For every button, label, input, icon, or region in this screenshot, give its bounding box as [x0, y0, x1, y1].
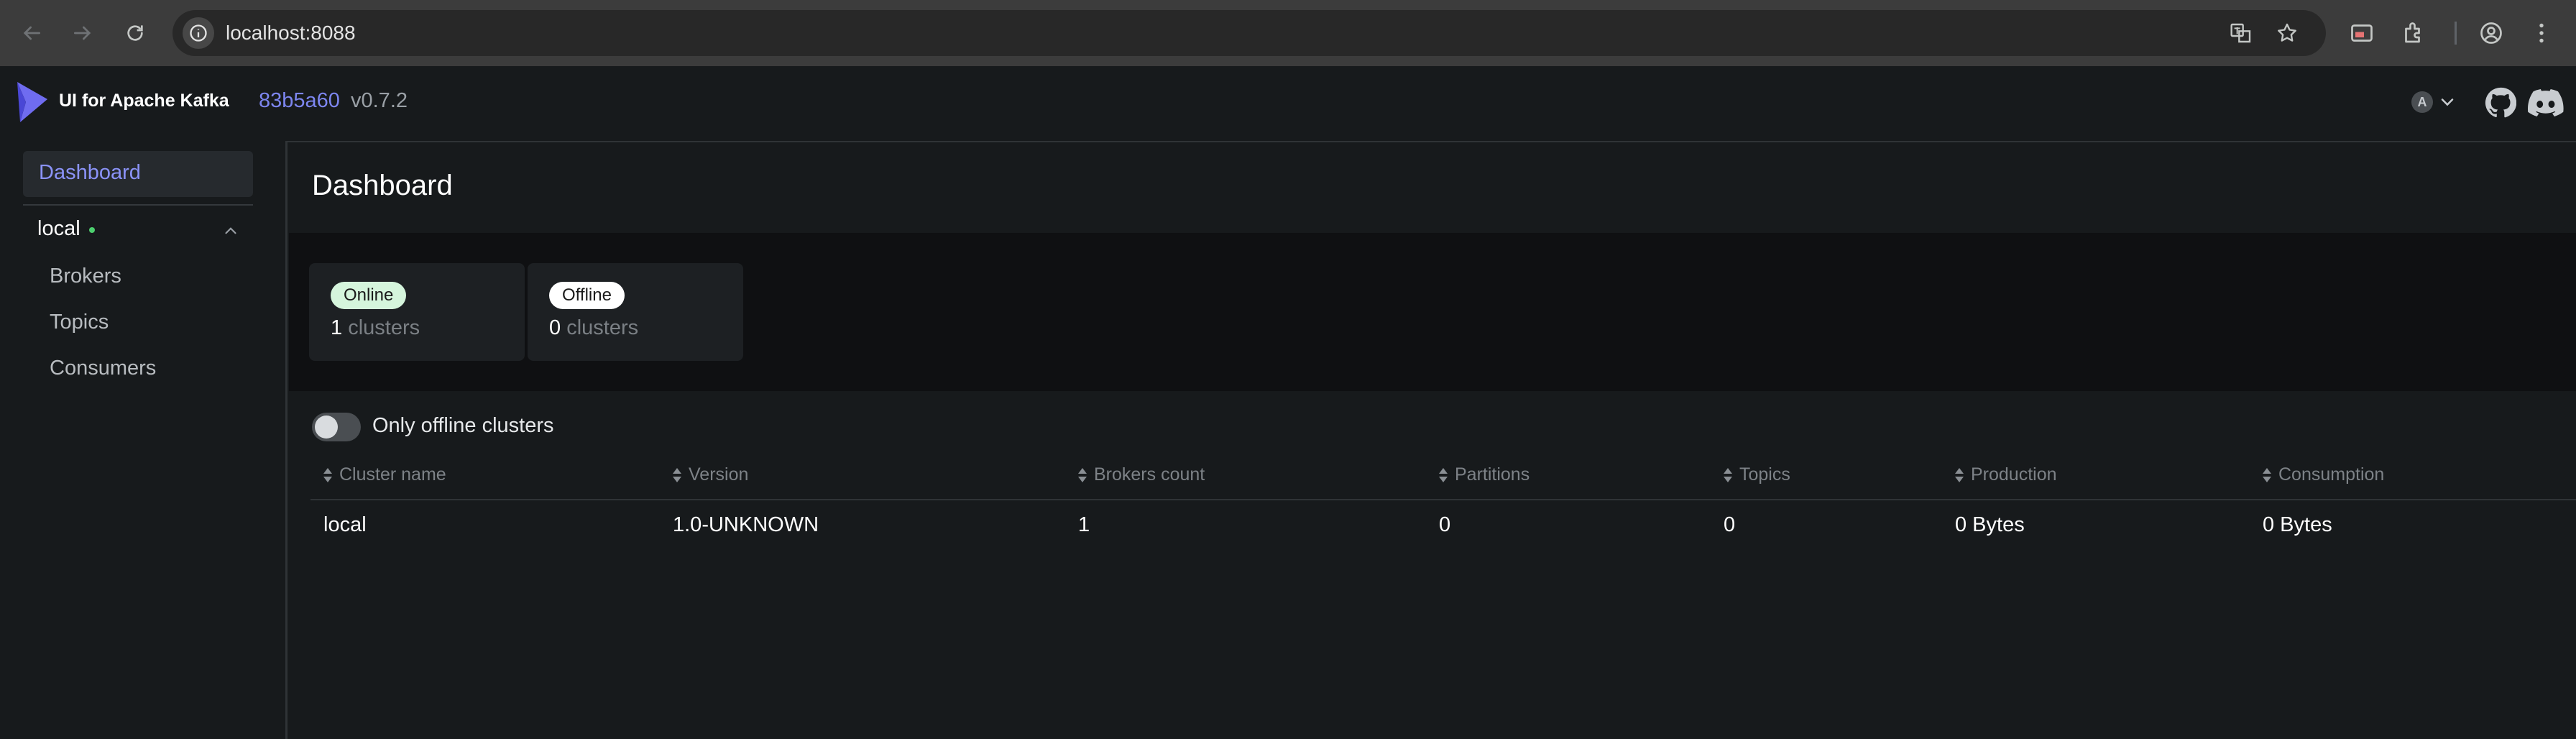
sidebar-item-brokers[interactable]: Brokers [50, 265, 121, 288]
column-header-production[interactable]: Production [1954, 464, 2057, 485]
chevron-down-icon[interactable] [2437, 92, 2457, 112]
sidebar-cluster-local[interactable]: local [37, 217, 80, 241]
sidebar: Dashboard local Brokers Topics Consumers [0, 141, 288, 739]
online-badge: Online [331, 282, 407, 309]
url-text[interactable]: localhost:8088 [226, 10, 356, 56]
translate-icon[interactable] [2230, 22, 2253, 45]
reload-icon[interactable] [118, 16, 152, 50]
table-header-divider [310, 499, 2576, 500]
sidebar-item-label: Dashboard [39, 161, 141, 184]
cast-icon[interactable] [2349, 20, 2375, 46]
offline-badge: Offline [549, 282, 625, 309]
toggle-knob [315, 416, 338, 439]
toolbar-separator [2455, 22, 2457, 45]
cell-production: 0 Bytes [1955, 513, 2025, 536]
column-header-label: Consumption [2278, 464, 2385, 485]
offline-count-unit: clusters [566, 316, 639, 339]
online-stat-card: Online 1 clusters [309, 263, 525, 361]
column-header-label: Production [1971, 464, 2057, 485]
sidebar-item-dashboard[interactable]: Dashboard [23, 151, 253, 197]
cell-brokers-count: 1 [1078, 513, 1090, 536]
version-label: v0.7.2 [351, 89, 408, 112]
profile-icon[interactable] [2478, 20, 2504, 46]
discord-icon[interactable] [2528, 89, 2564, 116]
offline-count-number: 0 [549, 316, 561, 339]
column-header-label: Partitions [1455, 464, 1530, 485]
sidebar-divider [23, 204, 253, 206]
user-avatar[interactable]: A [2411, 91, 2433, 113]
column-header-label: Version [689, 464, 749, 485]
sort-icon [1724, 467, 1732, 482]
column-header-label: Topics [1739, 464, 1790, 485]
bookmark-star-icon[interactable] [2276, 22, 2299, 45]
address-bar[interactable]: localhost:8088 [172, 10, 2326, 56]
column-header-label: Brokers count [1094, 464, 1205, 485]
column-header-topics[interactable]: Topics [1722, 464, 1790, 485]
column-header-version[interactable]: Version [671, 464, 748, 485]
offline-stat-card: Offline 0 clusters [528, 263, 743, 361]
column-header-consumption[interactable]: Consumption [2261, 464, 2384, 485]
chevron-up-icon[interactable] [221, 221, 240, 240]
sidebar-item-topics[interactable]: Topics [50, 311, 109, 334]
sort-icon [1439, 467, 1448, 482]
column-header-brokers-count[interactable]: Brokers count [1077, 464, 1205, 485]
app-name[interactable]: UI for Apache Kafka [59, 91, 229, 111]
extensions-icon[interactable] [2401, 20, 2426, 46]
cell-partitions: 0 [1439, 513, 1451, 536]
online-count: 1 clusters [331, 316, 420, 340]
sort-icon [1955, 467, 1964, 482]
kafka-logo-icon[interactable] [16, 81, 49, 124]
sort-icon [673, 467, 681, 482]
back-icon[interactable] [14, 16, 49, 50]
sort-icon [2263, 467, 2271, 482]
sidebar-item-consumers[interactable]: Consumers [50, 357, 156, 380]
offline-count: 0 clusters [549, 316, 638, 340]
page-title: Dashboard [312, 170, 453, 201]
column-header-partitions[interactable]: Partitions [1438, 464, 1530, 485]
cell-version: 1.0-UNKNOWN [673, 513, 819, 536]
column-header-label: Cluster name [339, 464, 446, 485]
cell-cluster-name[interactable]: local [323, 513, 367, 537]
browser-toolbar: localhost:8088 [0, 0, 2576, 66]
offline-only-toggle[interactable] [312, 413, 361, 441]
menu-icon[interactable] [2529, 20, 2554, 46]
online-count-unit: clusters [348, 316, 420, 339]
column-header-cluster-name[interactable]: Cluster name [322, 464, 446, 485]
online-count-number: 1 [331, 316, 343, 339]
cell-topics: 0 [1724, 513, 1736, 536]
cluster-status-dot [89, 227, 95, 233]
offline-only-label[interactable]: Only offline clusters [372, 414, 554, 438]
site-info-icon[interactable] [183, 17, 214, 49]
sort-icon [323, 467, 332, 482]
forward-icon[interactable] [65, 16, 100, 50]
sort-icon [1078, 467, 1087, 482]
commit-link[interactable]: 83b5a60 [259, 89, 340, 113]
cell-consumption: 0 Bytes [2263, 513, 2332, 536]
app-header: UI for Apache Kafka 83b5a60 v0.7.2 A [0, 66, 2576, 142]
github-icon[interactable] [2485, 87, 2516, 119]
